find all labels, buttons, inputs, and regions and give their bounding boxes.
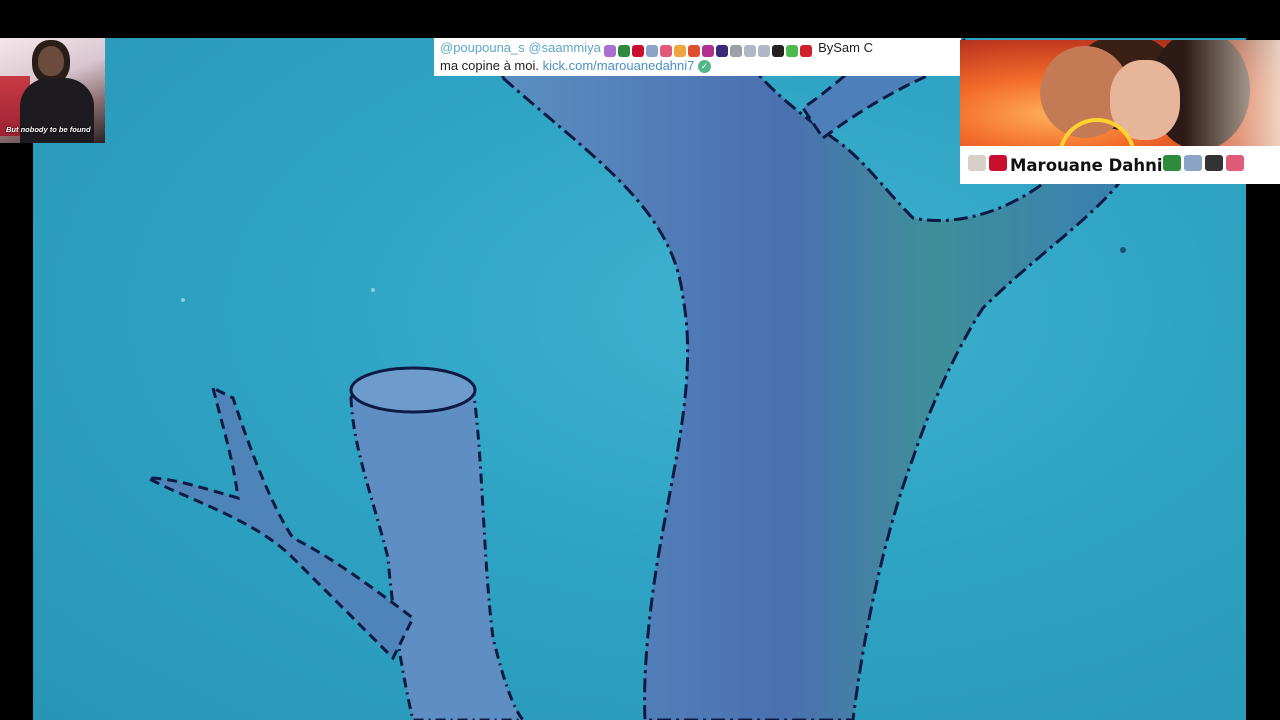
emoji-icon [1204, 155, 1223, 171]
emoji-icon [772, 45, 785, 58]
prefix-emoji-icons [968, 155, 1010, 175]
streamer-name: Marouane Dahni [1010, 155, 1163, 175]
streamer-card[interactable]: Marouane Dahni [960, 40, 1280, 184]
emoji-icon [604, 45, 617, 58]
webcam-thumbnail[interactable]: But nobody to be found [0, 38, 105, 143]
top-black-bar [0, 0, 1280, 38]
emoji-icon [618, 45, 631, 58]
emoji-icon [688, 45, 701, 58]
emoji-icon [1162, 155, 1181, 171]
streamer-banner-image [960, 40, 1280, 146]
chat-message-overlay: @poupouna_s @saammiya BySam C ma copine … [434, 38, 961, 76]
emoji-icon [716, 45, 729, 58]
emoji-icon [730, 45, 743, 58]
emoji-icon [632, 45, 645, 58]
kick-channel-link[interactable]: kick.com/marouanedahni7 [543, 58, 695, 73]
emoji-icon [1183, 155, 1202, 171]
emoji-icon [800, 45, 813, 58]
streamer-name-bar: Marouane Dahni [960, 146, 1280, 184]
emoji-icon [786, 45, 799, 58]
stump-top [349, 366, 477, 414]
emoji-icon [744, 45, 757, 58]
emoji-row [604, 42, 814, 58]
emoji-icon [968, 155, 986, 171]
mention-poupouna[interactable]: @poupouna_s [440, 40, 525, 55]
suffix-emoji-icons [1162, 155, 1247, 175]
emoji-icon [646, 45, 659, 58]
emoji-icon [674, 45, 687, 58]
tree-stump [349, 370, 525, 720]
comment-line-1: @poupouna_s @saammiya BySam C [440, 39, 955, 58]
comment-line-2: ma copine à moi. kick.com/marouanedahni7… [440, 57, 955, 75]
check-circle-icon: ✓ [698, 60, 711, 74]
emoji-icon [1225, 155, 1244, 171]
emoji-icon [758, 45, 771, 58]
by-author-text: BySam C [818, 40, 873, 55]
comment-text: ma copine à moi. [440, 58, 539, 73]
mention-saammiya[interactable]: @saammiya [528, 40, 600, 55]
thumbnail-caption: But nobody to be found [6, 125, 91, 134]
emoji-icon [660, 45, 673, 58]
emoji-icon [989, 155, 1007, 171]
emoji-icon [702, 45, 715, 58]
